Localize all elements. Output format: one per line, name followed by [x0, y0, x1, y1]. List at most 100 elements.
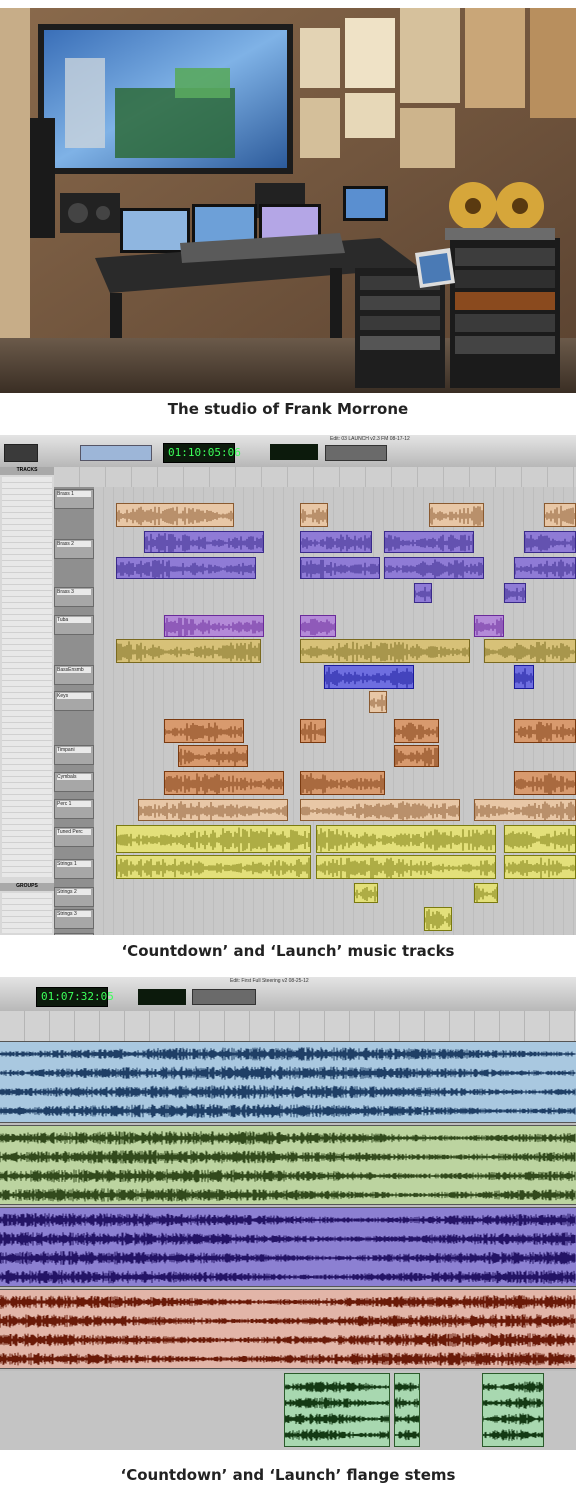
- audio-clip[interactable]: [484, 639, 576, 663]
- audio-clip[interactable]: [116, 639, 261, 663]
- audio-clip[interactable]: [300, 531, 372, 553]
- waveform: [505, 587, 525, 601]
- groups-list-rows[interactable]: [2, 893, 52, 933]
- track-header[interactable]: Tuned Perc: [54, 827, 94, 847]
- audio-clip[interactable]: [316, 825, 496, 853]
- session1-timeline-ruler[interactable]: [54, 467, 576, 488]
- track-header[interactable]: Perc 1: [54, 799, 94, 819]
- audio-clip[interactable]: [474, 883, 498, 903]
- stem-lane: [0, 1351, 576, 1367]
- audio-clip[interactable]: [514, 665, 534, 689]
- flange-lane: [395, 1396, 419, 1410]
- stem-lane: [0, 1084, 576, 1100]
- waveform: [483, 1397, 543, 1409]
- audio-clip[interactable]: [300, 503, 328, 527]
- waveform: [285, 1397, 389, 1409]
- flange-clip[interactable]: [394, 1373, 420, 1447]
- waveform: [165, 722, 243, 742]
- audio-clip[interactable]: [324, 665, 414, 689]
- audio-clip[interactable]: [384, 557, 484, 579]
- audio-clip[interactable]: [504, 583, 526, 603]
- audio-clip[interactable]: [300, 799, 460, 821]
- audio-clip[interactable]: [164, 615, 264, 637]
- track-name: Keys: [57, 693, 91, 699]
- audio-clip[interactable]: [116, 825, 311, 853]
- audio-clip[interactable]: [514, 719, 576, 743]
- track-header[interactable]: Brass 3: [54, 587, 94, 607]
- session1-tool-buttons[interactable]: [80, 445, 152, 461]
- track-header[interactable]: Strings 1: [54, 859, 94, 879]
- track-header[interactable]: Strings 4: [54, 933, 94, 935]
- waveform: [165, 617, 263, 636]
- track-header[interactable]: Keys: [54, 691, 94, 711]
- session2-timeline-ruler[interactable]: [0, 1011, 576, 1042]
- flange-clip[interactable]: [482, 1373, 544, 1447]
- audio-clip[interactable]: [164, 771, 284, 795]
- audio-clip[interactable]: [116, 557, 256, 579]
- audio-clip[interactable]: [544, 503, 576, 527]
- waveform: [317, 828, 495, 852]
- audio-clip[interactable]: [316, 855, 496, 879]
- waveform: [301, 618, 335, 636]
- audio-clip[interactable]: [429, 503, 484, 527]
- track-header[interactable]: Timpani: [54, 745, 94, 765]
- session1-tracks-list: TRACKS GROUPS: [0, 467, 55, 935]
- audio-clip[interactable]: [394, 745, 439, 767]
- audio-clip[interactable]: [524, 531, 576, 553]
- track-name: Strings 1: [57, 861, 91, 867]
- waveform: [485, 641, 575, 662]
- track-header[interactable]: Strings 3: [54, 909, 94, 929]
- audio-clip[interactable]: [514, 557, 576, 579]
- audio-clip[interactable]: [164, 719, 244, 743]
- track-header[interactable]: Tuba: [54, 615, 94, 635]
- tracks-list-rows[interactable]: [2, 477, 52, 877]
- audio-clip[interactable]: [474, 615, 504, 637]
- flange-lane: [285, 1412, 389, 1426]
- waveform: [0, 1066, 576, 1080]
- stem-track[interactable]: [0, 1207, 576, 1287]
- studio-caption: The studio of Frank Morrone: [167, 400, 409, 418]
- audio-clip[interactable]: [300, 719, 326, 743]
- track-header[interactable]: Brass 2: [54, 539, 94, 559]
- audio-clip[interactable]: [424, 907, 452, 931]
- session1-transport[interactable]: [325, 445, 387, 461]
- session1-mode-buttons[interactable]: [4, 444, 38, 462]
- waveform: [165, 773, 283, 794]
- flange-lane: [483, 1396, 543, 1410]
- waveform: [0, 1047, 576, 1061]
- track-header[interactable]: BassEnsmb: [54, 665, 94, 685]
- audio-clip[interactable]: [116, 503, 234, 527]
- audio-clip[interactable]: [300, 557, 380, 579]
- flange-lane: [483, 1412, 543, 1426]
- audio-clip[interactable]: [369, 691, 387, 713]
- audio-clip[interactable]: [394, 719, 439, 743]
- waveform: [285, 1381, 389, 1393]
- audio-clip[interactable]: [504, 855, 576, 879]
- stem-track[interactable]: [0, 1289, 576, 1369]
- audio-clip[interactable]: [474, 799, 576, 821]
- track-header[interactable]: Brass 1: [54, 489, 94, 509]
- audio-clip[interactable]: [178, 745, 248, 767]
- audio-clip[interactable]: [116, 855, 311, 879]
- waveform: [515, 559, 575, 578]
- waveform: [285, 1413, 389, 1425]
- audio-clip[interactable]: [300, 615, 336, 637]
- audio-clip[interactable]: [144, 531, 264, 553]
- waveform: [385, 534, 473, 552]
- audio-clip[interactable]: [300, 639, 470, 663]
- waveform: [370, 694, 386, 712]
- audio-clip[interactable]: [138, 799, 288, 821]
- audio-clip[interactable]: [504, 825, 576, 853]
- audio-clip[interactable]: [300, 771, 385, 795]
- flange-clip[interactable]: [284, 1373, 390, 1447]
- track-header[interactable]: Strings 2: [54, 887, 94, 907]
- audio-clip[interactable]: [414, 583, 432, 603]
- waveform: [0, 1188, 576, 1202]
- audio-clip[interactable]: [384, 531, 474, 553]
- stem-track[interactable]: [0, 1041, 576, 1123]
- audio-clip[interactable]: [514, 771, 576, 795]
- audio-clip[interactable]: [354, 883, 378, 903]
- stem-track[interactable]: [0, 1125, 576, 1205]
- track-header[interactable]: Cymbals: [54, 772, 94, 792]
- session2-transport[interactable]: [192, 989, 256, 1005]
